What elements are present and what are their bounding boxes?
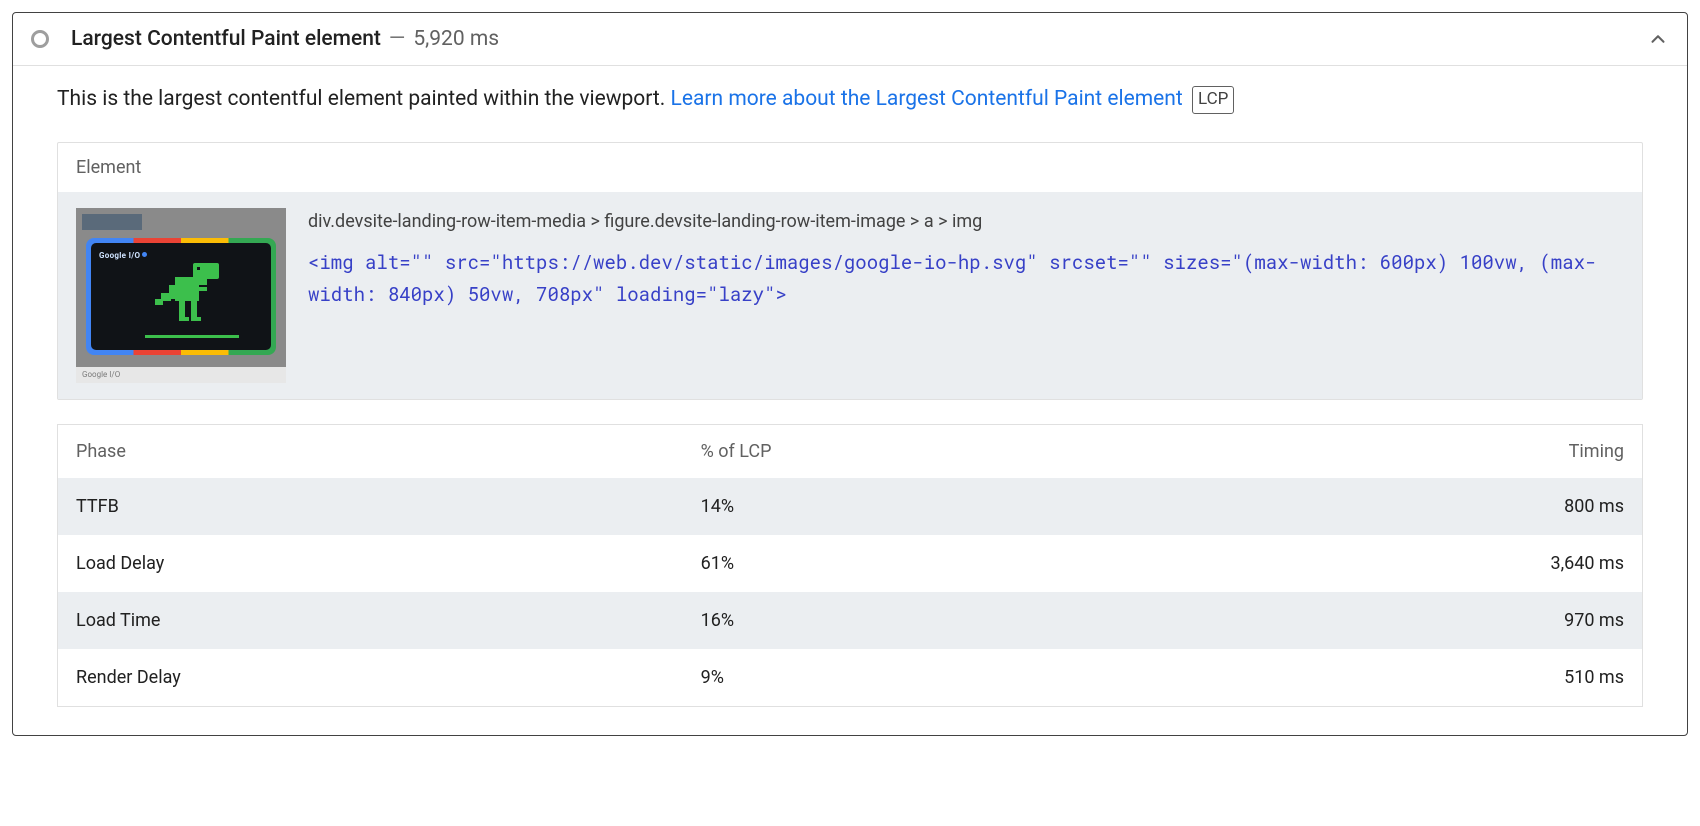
table-row: Load Delay 61% 3,640 ms <box>58 535 1643 592</box>
phase-table: Phase % of LCP Timing TTFB 14% 800 ms Lo… <box>57 424 1643 707</box>
phase-table-header-row: Phase % of LCP Timing <box>58 424 1643 478</box>
element-selector[interactable]: div.devsite-landing-row-item-media > fig… <box>308 208 1624 235</box>
pct-cell: 16% <box>683 592 1156 649</box>
table-row: Render Delay 9% 510 ms <box>58 649 1643 707</box>
col-timing: Timing <box>1155 424 1642 478</box>
timing-cell: 510 ms <box>1155 649 1642 707</box>
element-panel: Element Google I/O <box>57 142 1643 400</box>
element-thumbnail[interactable]: Google I/O <box>76 208 286 383</box>
element-snippet[interactable]: <img alt="" src="https://web.dev/static/… <box>308 247 1624 312</box>
table-row: Load Time 16% 970 ms <box>58 592 1643 649</box>
chevron-up-icon[interactable] <box>1647 28 1669 50</box>
timing-cell: 3,640 ms <box>1155 535 1642 592</box>
timing-cell: 970 ms <box>1155 592 1642 649</box>
audit-separator: — <box>389 27 405 51</box>
pct-cell: 9% <box>683 649 1156 707</box>
element-panel-header: Element <box>58 143 1642 192</box>
timing-cell: 800 ms <box>1155 478 1642 535</box>
table-row: TTFB 14% 800 ms <box>58 478 1643 535</box>
learn-more-link[interactable]: Learn more about the Largest Contentful … <box>671 87 1183 111</box>
audit-header[interactable]: Largest Contentful Paint element — 5,920… <box>13 13 1687 66</box>
phase-cell: Load Delay <box>58 535 683 592</box>
audit-title: Largest Contentful Paint element <box>71 27 381 51</box>
description-text: This is the largest contentful element p… <box>57 87 671 111</box>
pct-cell: 14% <box>683 478 1156 535</box>
lcp-badge: LCP <box>1192 86 1234 114</box>
pct-cell: 61% <box>683 535 1156 592</box>
audit-panel: Largest Contentful Paint element — 5,920… <box>12 12 1688 736</box>
phase-cell: Load Time <box>58 592 683 649</box>
audit-timing: 5,920 ms <box>413 27 499 51</box>
phase-cell: TTFB <box>58 478 683 535</box>
dino-icon <box>149 259 229 333</box>
status-circle-icon <box>31 30 49 48</box>
element-text: div.devsite-landing-row-item-media > fig… <box>308 208 1624 312</box>
audit-description: This is the largest contentful element p… <box>57 84 1643 116</box>
col-pct: % of LCP <box>683 424 1156 478</box>
audit-body: This is the largest contentful element p… <box>13 66 1687 735</box>
element-row: Google I/O <box>58 192 1642 399</box>
thumb-footer: Google I/O <box>76 367 286 383</box>
col-phase: Phase <box>58 424 683 478</box>
thumb-brand-text: Google I/O <box>99 251 140 260</box>
phase-cell: Render Delay <box>58 649 683 707</box>
